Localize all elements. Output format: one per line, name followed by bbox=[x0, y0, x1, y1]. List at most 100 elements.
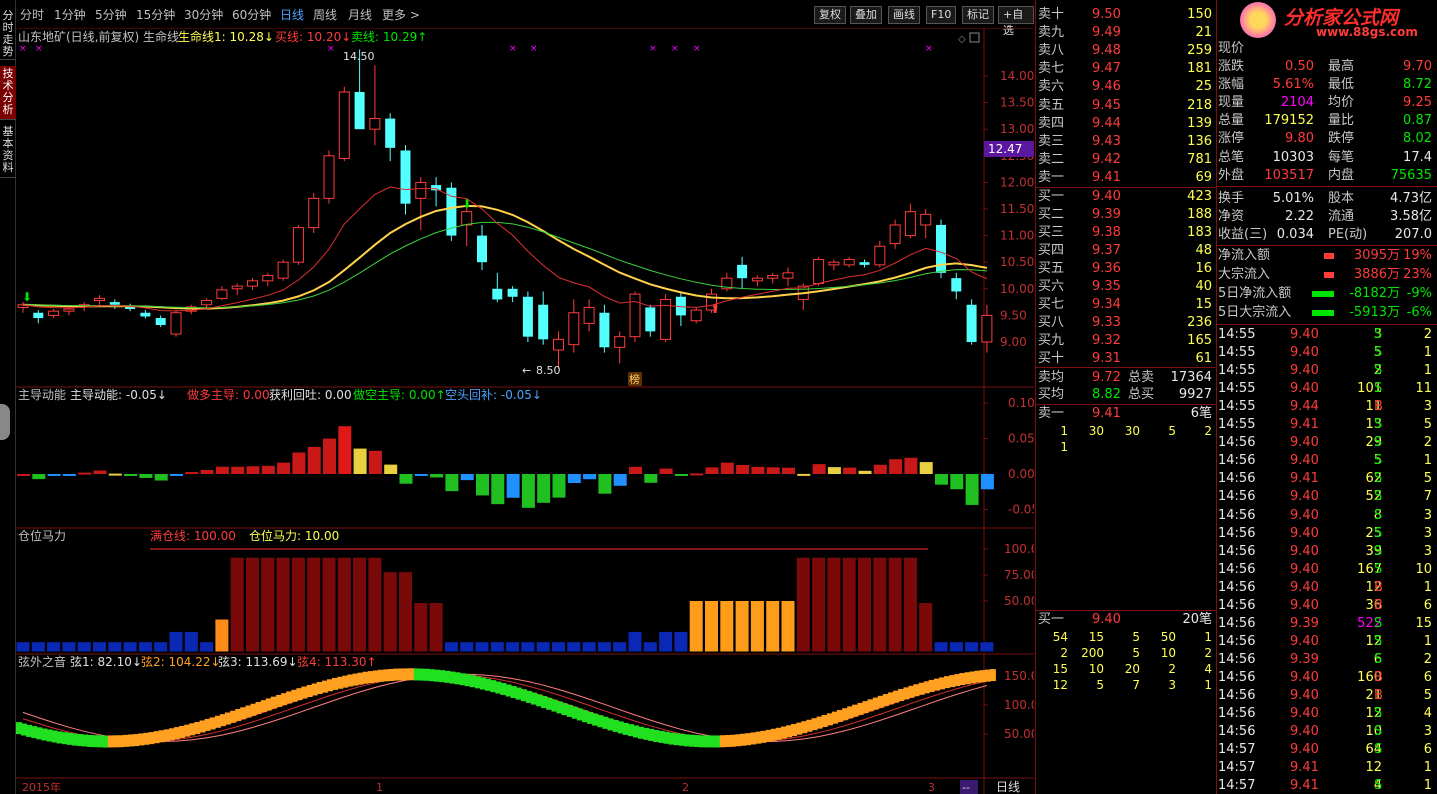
position-bar bbox=[948, 641, 964, 653]
position-bar bbox=[612, 641, 628, 653]
position-bar bbox=[46, 641, 62, 653]
buy-level-row[interactable]: 买四 9.37 48 bbox=[1038, 242, 1216, 260]
buy-level-row[interactable]: 买十 9.31 61 bbox=[1038, 350, 1216, 368]
sell1-queue-label: 卖一 bbox=[1038, 406, 1065, 421]
tick-row[interactable]: 14:56 9.40 12 S 1 bbox=[1218, 633, 1436, 651]
candle bbox=[338, 86, 350, 162]
tick-row[interactable]: 14:56 9.40 8 S 3 bbox=[1218, 507, 1436, 525]
adjust-button[interactable]: 复权 bbox=[814, 6, 846, 24]
sell-level-row[interactable]: 卖六 9.46 25 bbox=[1038, 78, 1216, 96]
buy-level-row[interactable]: 买五 9.36 16 bbox=[1038, 260, 1216, 278]
sell-level-volume: 136 bbox=[1187, 133, 1212, 149]
tick-time: 14:55 bbox=[1218, 417, 1256, 433]
tick-row[interactable]: 14:56 9.40 12 B 1 bbox=[1218, 579, 1436, 597]
tick-row[interactable]: 14:56 9.40 39 S 3 bbox=[1218, 543, 1436, 561]
period-label: 日线 bbox=[996, 780, 1020, 794]
tick-count: 15 bbox=[1415, 615, 1432, 631]
tick-row[interactable]: 14:55 9.40 5 S 1 bbox=[1218, 344, 1436, 362]
buy-level-volume: 48 bbox=[1195, 243, 1212, 258]
buyline-value: 买线: 10.20↓ bbox=[275, 30, 351, 44]
signal-markers: × × × × × × × × × bbox=[19, 44, 933, 54]
sell-level-volume: 21 bbox=[1195, 25, 1212, 41]
buy-level-row[interactable]: 买一 9.40 423 bbox=[1038, 188, 1216, 206]
tick-row[interactable]: 14:56 9.40 36 B 6 bbox=[1218, 597, 1436, 615]
period-intraday[interactable]: 分时 bbox=[20, 6, 44, 23]
sell-level-row[interactable]: 卖三 9.43 136 bbox=[1038, 133, 1216, 151]
tick-row[interactable]: 14:56 9.40 10 S 3 bbox=[1218, 723, 1436, 741]
sell-level-row[interactable]: 卖八 9.48 259 bbox=[1038, 42, 1216, 60]
tick-row[interactable]: 14:56 9.40 29 S 2 bbox=[1218, 434, 1436, 452]
tick-row[interactable]: 14:56 9.40 167 S 10 bbox=[1218, 561, 1436, 579]
tick-side: B bbox=[1374, 669, 1383, 685]
tick-row[interactable]: 14:56 9.40 25 S 3 bbox=[1218, 525, 1436, 543]
sell-avg-value: 9.72 bbox=[1092, 370, 1121, 385]
tick-row[interactable]: 14:55 9.40 3 S 2 bbox=[1218, 326, 1436, 344]
tick-row[interactable]: 14:56 9.40 5 S 1 bbox=[1218, 452, 1436, 470]
position-bar bbox=[581, 641, 597, 653]
add-watchlist-button[interactable]: +自选 bbox=[998, 6, 1034, 37]
tick-row[interactable]: 14:55 9.41 13 S 5 bbox=[1218, 416, 1436, 434]
tick-row[interactable]: 14:56 9.40 52 S 7 bbox=[1218, 488, 1436, 506]
overlay-button[interactable]: 叠加 bbox=[850, 6, 882, 24]
chart-area[interactable]: 14.0013.5013.0012.5012.0011.5011.0010.50… bbox=[15, 27, 1039, 794]
tick-row[interactable]: 14:56 9.39 522 S 15 bbox=[1218, 615, 1436, 633]
string-step bbox=[806, 719, 813, 732]
period-15min[interactable]: 15分钟 bbox=[136, 6, 175, 23]
tick-row[interactable]: 14:56 9.40 160 B 6 bbox=[1218, 669, 1436, 687]
buy-level-row[interactable]: 买二 9.39 188 bbox=[1038, 206, 1216, 224]
tick-row[interactable]: 14:57 9.41 12 1 bbox=[1218, 759, 1436, 777]
period-more[interactable]: 更多 > bbox=[382, 6, 420, 23]
collapse-handle[interactable] bbox=[0, 404, 10, 440]
sell-level-volume: 25 bbox=[1195, 79, 1212, 95]
period-60min[interactable]: 60分钟 bbox=[232, 6, 271, 23]
tick-price: 9.41 bbox=[1290, 760, 1319, 776]
period-1min[interactable]: 1分钟 bbox=[54, 6, 86, 23]
string-step bbox=[255, 701, 262, 714]
flow-row: 5日净流入额 -8182万 -9% bbox=[1218, 285, 1436, 303]
buy-level-row[interactable]: 买六 9.35 40 bbox=[1038, 278, 1216, 296]
tick-row[interactable]: 14:56 9.41 62 S 5 bbox=[1218, 470, 1436, 488]
sell-level-row[interactable]: 卖五 9.45 218 bbox=[1038, 97, 1216, 115]
chart-settings-icon[interactable]: ◇ bbox=[958, 34, 966, 45]
buy-level-row[interactable]: 买九 9.32 165 bbox=[1038, 332, 1216, 350]
position-bar bbox=[443, 641, 459, 653]
mark-button[interactable]: 标记 bbox=[962, 6, 994, 24]
tick-row[interactable]: 14:57 9.40 64 S 6 bbox=[1218, 741, 1436, 759]
sell-level-row[interactable]: 卖一 9.41 69 bbox=[1038, 169, 1216, 187]
tick-row[interactable]: 14:56 9.39 6 S 2 bbox=[1218, 651, 1436, 669]
chart-svg[interactable]: 14.0013.5013.0012.5012.0011.5011.0010.50… bbox=[15, 27, 1039, 794]
candle bbox=[675, 291, 686, 327]
draw-button[interactable]: 画线 bbox=[888, 6, 920, 24]
tick-side: S bbox=[1374, 345, 1383, 361]
tab-technical[interactable]: 技术分析 bbox=[0, 66, 16, 120]
buy-level-row[interactable]: 买八 9.33 236 bbox=[1038, 314, 1216, 332]
maximize-icon[interactable] bbox=[969, 32, 980, 43]
momentum-bar bbox=[246, 466, 260, 474]
sell-level-row[interactable]: 卖十 9.50 150 bbox=[1038, 6, 1216, 24]
tick-row[interactable]: 14:57 9.41 4 S 1 bbox=[1218, 777, 1436, 794]
tick-row[interactable]: 14:55 9.40 101 S 11 bbox=[1218, 380, 1436, 398]
tab-fundamentals[interactable]: 基本资料 bbox=[0, 124, 16, 178]
buy-level-row[interactable]: 买三 9.38 183 bbox=[1038, 224, 1216, 242]
tick-row[interactable]: 14:55 9.40 2 S 1 bbox=[1218, 362, 1436, 380]
tick-row[interactable]: 14:55 9.44 11 B 3 bbox=[1218, 398, 1436, 416]
sell-level-row[interactable]: 卖四 9.44 139 bbox=[1038, 115, 1216, 133]
sell-level-row[interactable]: 卖七 9.47 181 bbox=[1038, 60, 1216, 78]
tick-row[interactable]: 14:56 9.40 12 S 4 bbox=[1218, 705, 1436, 723]
period-daily[interactable]: 日线 bbox=[280, 6, 304, 23]
buy-avg-row: 买均 8.82 总买 9927 bbox=[1038, 386, 1216, 404]
sell-level-price: 9.43 bbox=[1092, 133, 1121, 149]
buy-level-row[interactable]: 买七 9.34 15 bbox=[1038, 296, 1216, 314]
period-monthly[interactable]: 月线 bbox=[348, 6, 372, 23]
momentum-bar bbox=[384, 464, 398, 474]
position-bar bbox=[367, 556, 383, 653]
tab-intraday[interactable]: 分时走势 bbox=[0, 8, 16, 60]
f10-button[interactable]: F10 bbox=[926, 6, 957, 24]
left-tab-bar: 分时走势 技术分析 基本资料 bbox=[0, 0, 16, 794]
period-30min[interactable]: 30分钟 bbox=[184, 6, 223, 23]
period-5min[interactable]: 5分钟 bbox=[95, 6, 127, 23]
sell-level-row[interactable]: 卖二 9.42 781 bbox=[1038, 151, 1216, 169]
sell-level-row[interactable]: 卖九 9.49 21 bbox=[1038, 24, 1216, 42]
period-weekly[interactable]: 周线 bbox=[313, 6, 337, 23]
tick-row[interactable]: 14:56 9.40 21 B 5 bbox=[1218, 687, 1436, 705]
